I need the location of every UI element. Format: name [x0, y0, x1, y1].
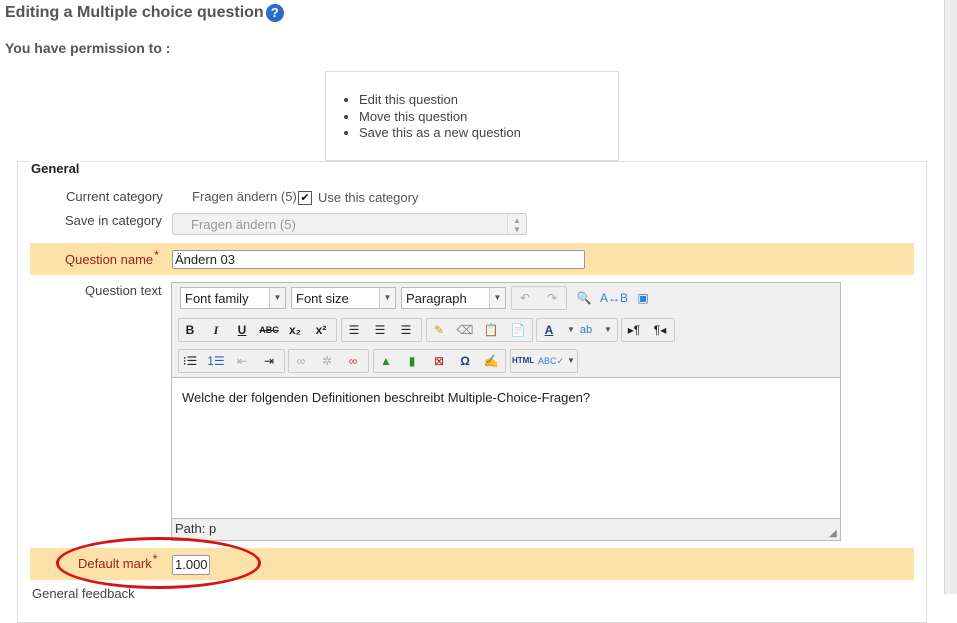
fullscreen-icon[interactable]: ▣	[632, 287, 654, 309]
use-category-checkbox[interactable]: ✔	[298, 191, 312, 205]
permission-item: Save this as a new question	[359, 125, 521, 142]
format-label: Paragraph	[406, 291, 467, 306]
editor-content-text: Welche der folgenden Definitionen beschr…	[182, 390, 591, 405]
chevron-down-icon[interactable]: ▼	[560, 350, 582, 372]
font-size-dropdown[interactable]: Font size ▼	[291, 287, 396, 309]
moodle-media-icon[interactable]: ⊠	[428, 350, 450, 372]
numbered-list-icon[interactable]: 1☰	[205, 350, 227, 372]
required-icon: *	[154, 248, 159, 262]
rich-text-editor: Font family ▼ Font size ▼ Paragraph ▼ ↶ …	[171, 282, 841, 541]
use-category-label: Use this category	[318, 190, 419, 205]
undo-icon[interactable]: ↶	[514, 287, 536, 309]
editor-path-bar: Path: p	[175, 521, 217, 536]
permissions-list: Edit this question Move this question Sa…	[326, 92, 521, 142]
subscript-icon[interactable]: x₂	[284, 319, 306, 341]
current-category-label: Current category	[66, 189, 163, 204]
redo-icon[interactable]: ↷	[541, 287, 563, 309]
page-title: Editing a Multiple choice question ?	[5, 4, 284, 22]
save-in-category-value: Fragen ändern (5)	[191, 217, 296, 232]
underline-icon[interactable]: U	[231, 319, 253, 341]
question-name-label: Question name*	[65, 248, 159, 267]
indent-icon[interactable]: ⇥	[258, 350, 280, 372]
page-title-text: Editing a Multiple choice question	[5, 4, 264, 21]
link-icon[interactable]: ∞	[290, 350, 312, 372]
font-family-dropdown[interactable]: Font family ▼	[180, 287, 286, 309]
eraser-icon[interactable]: ⌫	[454, 319, 476, 341]
spellcheck-icon[interactable]: ABC✓	[538, 350, 564, 372]
superscript-icon[interactable]: x²	[310, 319, 332, 341]
select-arrows-icon: ▲ ▼	[507, 214, 526, 236]
font-family-label: Font family	[185, 291, 249, 306]
highlight-color-icon[interactable]: ab	[575, 319, 597, 341]
replace-icon[interactable]: A↔B	[600, 287, 628, 309]
save-in-category-select: Fragen ändern (5) ▲ ▼	[172, 213, 527, 236]
chevron-down-icon: ▼	[489, 288, 505, 308]
annotation-ellipse	[56, 537, 261, 589]
image-icon[interactable]: ▲	[375, 350, 397, 372]
align-left-icon[interactable]: ☰	[343, 319, 365, 341]
permission-item: Move this question	[359, 109, 521, 126]
strikethrough-icon[interactable]: ABC	[258, 319, 280, 341]
question-name-input[interactable]: Ändern 03	[172, 250, 585, 269]
question-name-label-text: Question name	[65, 252, 154, 267]
bullet-list-icon[interactable]: ⁝☰	[179, 350, 201, 372]
general-legend: General	[30, 161, 81, 176]
resize-handle-icon[interactable]: ◢	[829, 529, 839, 539]
italic-icon[interactable]: I	[205, 319, 227, 341]
save-in-category-label: Save in category	[65, 213, 162, 228]
paste-text-icon[interactable]: 📋	[480, 319, 502, 341]
font-size-label: Font size	[296, 291, 349, 306]
current-category-value: Fragen ändern (5)	[192, 189, 297, 204]
vertical-scrollbar[interactable]	[944, 0, 957, 594]
editor-content-area[interactable]: Welche der folgenden Definitionen beschr…	[172, 377, 840, 519]
help-icon[interactable]: ?	[265, 4, 284, 22]
chevron-down-icon: ▼	[379, 288, 395, 308]
align-center-icon[interactable]: ☰	[369, 319, 391, 341]
permissions-box: Edit this question Move this question Sa…	[325, 71, 619, 161]
chevron-down-icon[interactable]: ▼	[597, 319, 619, 341]
bold-icon[interactable]: B	[179, 319, 201, 341]
outdent-icon[interactable]: ⇤	[231, 350, 253, 372]
text-color-icon[interactable]: A	[538, 319, 560, 341]
media-icon[interactable]: ▮	[401, 350, 423, 372]
rtl-icon[interactable]: ¶◂	[649, 319, 671, 341]
permissions-heading: You have permission to :	[5, 40, 171, 56]
find-icon[interactable]: 🔍	[573, 287, 595, 309]
html-icon[interactable]: HTML	[512, 350, 534, 372]
ltr-icon[interactable]: ▸¶	[623, 319, 645, 341]
paste-word-icon[interactable]: 📄	[507, 319, 529, 341]
cleanup-icon[interactable]: ✎	[428, 319, 450, 341]
unlink-icon[interactable]: ✲	[316, 350, 338, 372]
special-char-icon[interactable]: Ω	[454, 350, 476, 372]
edit-icon[interactable]: ✍	[480, 350, 502, 372]
format-dropdown[interactable]: Paragraph ▼	[401, 287, 506, 309]
align-right-icon[interactable]: ☰	[395, 319, 417, 341]
nolink-icon[interactable]: ∞	[342, 350, 364, 372]
chevron-down-icon: ▼	[269, 288, 285, 308]
permission-item: Edit this question	[359, 92, 521, 109]
question-text-label: Question text	[85, 283, 162, 298]
